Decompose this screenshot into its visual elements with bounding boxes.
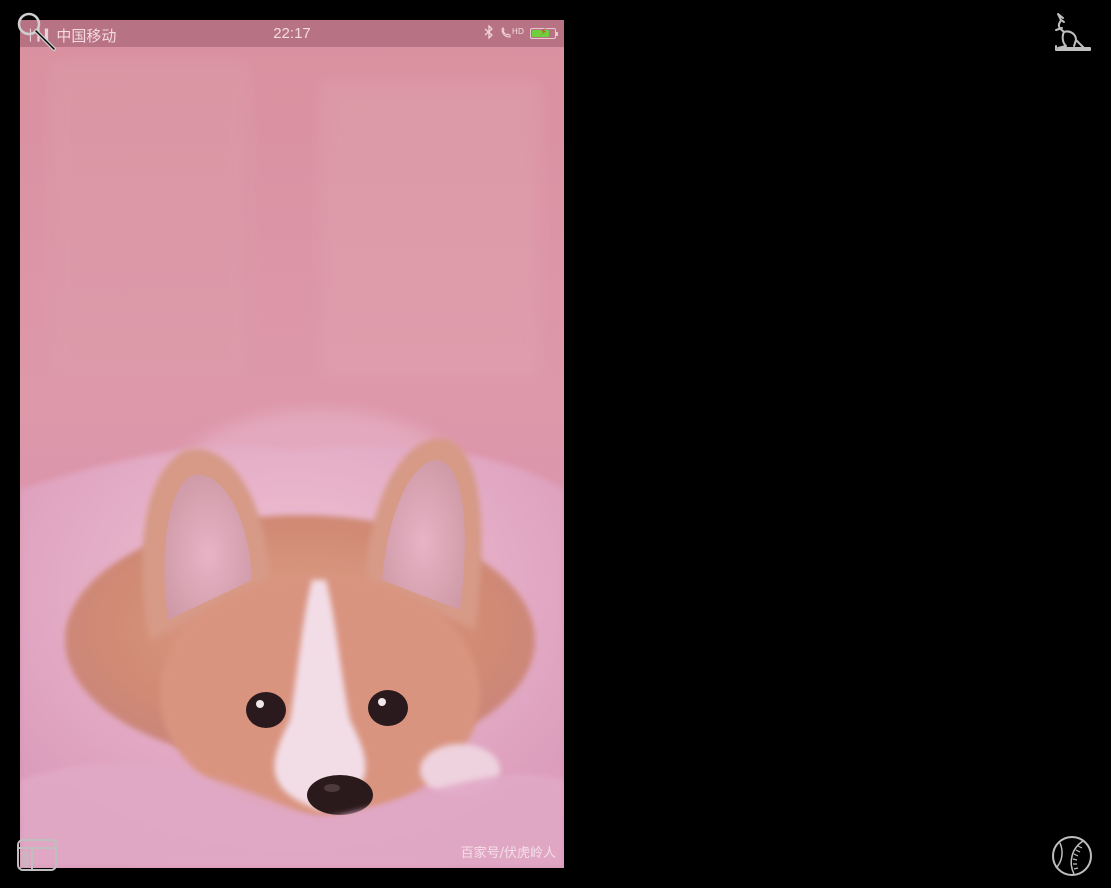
charging-bolt-icon: ⚡ (540, 27, 548, 38)
battery-charging-icon: ⚡ (530, 27, 558, 39)
desktop-stage: ▏▎▍ 中国移动 22:17 HD ⚡ 百家号/伏虎岭人 (0, 0, 1111, 888)
status-right: HD ⚡ (484, 24, 558, 42)
hd-call-icon: HD (500, 25, 524, 42)
bluetooth-icon (484, 24, 494, 42)
hd-label: HD (511, 27, 524, 36)
wallpaper-watermark: 百家号/伏虎岭人 (460, 846, 556, 861)
status-bar: ▏▎▍ 中国移动 22:17 HD ⚡ (20, 20, 564, 47)
window-panel-icon[interactable] (16, 836, 60, 874)
kangaroo-icon[interactable] (1050, 10, 1094, 54)
corgi-wallpaper (20, 20, 564, 868)
battery-cap (556, 32, 558, 36)
magnifier-icon[interactable] (14, 10, 58, 54)
phone-screenshot: ▏▎▍ 中国移动 22:17 HD ⚡ 百家号/伏虎岭人 (20, 20, 564, 868)
baseball-icon[interactable] (1050, 834, 1094, 878)
status-time: 22:17 (273, 25, 311, 42)
